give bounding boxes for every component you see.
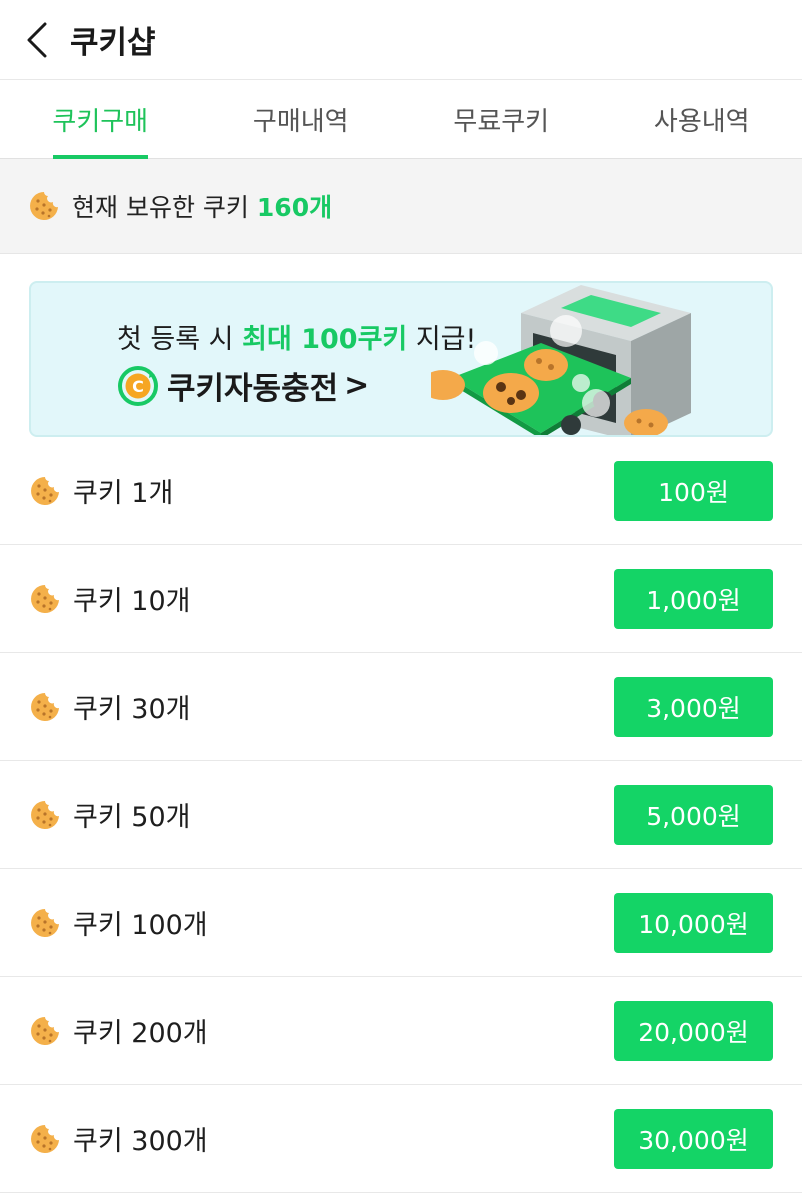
cookie-icon [29,907,61,939]
cookie-icon [28,190,60,222]
balance-label: 현재 보유한 쿠키 [72,193,249,222]
tab-usage-history[interactable]: 사용내역 [602,80,802,158]
page-title: 쿠키샵 [70,25,156,61]
item-name: 쿠키 300개 [73,1126,208,1157]
auto-charge-banner[interactable]: 첫 등록 시 최대 100쿠키 지급! C 쿠키자동충전 > [29,281,773,437]
buy-price-button[interactable]: 3,000원 [614,676,773,737]
chevron-right-icon: > [344,368,370,403]
tab-cookie-purchase[interactable]: 쿠키구매 [0,80,201,159]
item-name: 쿠키 10개 [73,586,191,617]
item-name: 쿠키 30개 [73,694,191,725]
tab-bar: 쿠키구매 구매내역 무료쿠키 사용내역 [0,80,802,159]
cookie-icon [29,475,61,507]
list-item: 쿠키 200개 20,000원 [0,977,802,1085]
buy-price-button[interactable]: 5,000원 [614,784,773,845]
list-item: 쿠키 30개 3,000원 [0,653,802,761]
item-name: 쿠키 100개 [73,910,208,941]
cookie-icon [29,583,61,615]
banner-headline-prefix: 첫 등록 시 [117,324,234,355]
app-header: 쿠키샵 [0,0,802,80]
list-item: 쿠키 300개 30,000원 [0,1085,802,1193]
buy-price-button[interactable]: 30,000원 [614,1108,773,1169]
tab-purchase-history[interactable]: 구매내역 [201,80,402,158]
balance-count: 160개 [256,193,333,222]
banner-headline: 첫 등록 시 최대 100쿠키 지급! [117,317,476,356]
item-name: 쿠키 50개 [73,802,191,833]
buy-price-button[interactable]: 20,000원 [614,1000,773,1061]
buy-price-button[interactable]: 1,000원 [614,568,773,629]
back-button[interactable] [0,0,70,80]
list-item: 쿠키 10개 1,000원 [0,545,802,653]
banner-container: 첫 등록 시 최대 100쿠키 지급! C 쿠키자동충전 > [0,254,802,437]
cookie-icon [29,799,61,831]
chevron-left-icon [27,22,47,57]
buy-price-button[interactable]: 10,000원 [614,892,773,953]
auto-charge-c-icon: C [118,365,158,406]
cookie-balance-bar: 현재 보유한 쿠키 160개 [0,159,802,254]
svg-text:C: C [132,377,144,396]
list-item: 쿠키 50개 5,000원 [0,761,802,869]
auto-charge-label: 쿠키자동충전 [167,371,339,407]
tab-free-cookies[interactable]: 무료쿠키 [401,80,602,158]
item-name: 쿠키 1개 [73,478,174,509]
item-name: 쿠키 200개 [73,1018,208,1049]
buy-price-button[interactable]: 100원 [614,460,773,521]
list-item: 쿠키 1개 100원 [0,437,802,545]
list-item: 쿠키 100개 10,000원 [0,869,802,977]
cookie-icon [29,1015,61,1047]
banner-headline-highlight: 최대 100쿠키 [242,324,408,355]
auto-charge-link[interactable]: C 쿠키자동충전 > [117,363,369,408]
cookie-icon [29,1123,61,1155]
cookie-icon [29,691,61,723]
cookie-machine-illustration [431,285,691,435]
